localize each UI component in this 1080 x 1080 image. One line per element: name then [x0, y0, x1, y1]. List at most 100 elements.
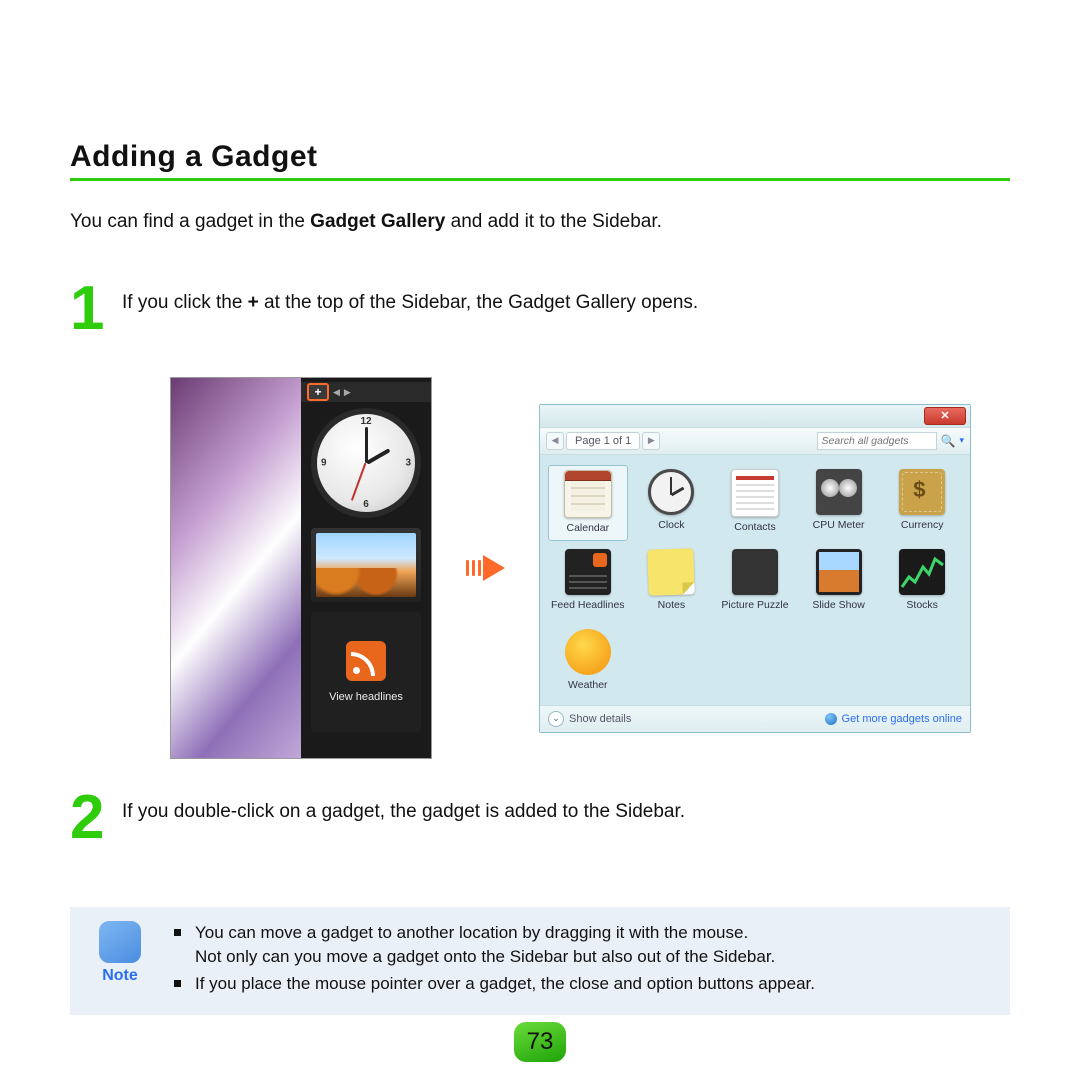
note-item-2: If you place the mouse pointer over a ga… [174, 972, 992, 997]
show-details-label: Show details [569, 713, 631, 725]
intro-suffix: and add it to the Sidebar. [445, 211, 662, 232]
step-1-text: If you click the + at the top of the Sid… [122, 284, 698, 317]
search-dropdown-icon[interactable]: ▾ [959, 435, 964, 446]
globe-icon [825, 713, 837, 725]
figure-row: + ◀ ▶ 12 3 6 9 Vie [170, 377, 1010, 759]
notes-icon [648, 548, 696, 596]
tile-label-notes: Notes [658, 599, 685, 611]
tile-label-calendar: Calendar [566, 522, 609, 534]
intro-prefix: You can find a gadget in the [70, 211, 310, 232]
bullet-icon [174, 980, 181, 987]
page-number: 73 [514, 1022, 566, 1062]
step-2-text: If you double-click on a gadget, the gad… [122, 793, 685, 826]
gallery-titlebar: ✕ [540, 405, 970, 427]
contacts-icon [731, 469, 779, 517]
pager-next-button[interactable]: ▶ [642, 432, 660, 450]
gadget-tile-cpu-meter[interactable]: CPU Meter [799, 465, 879, 541]
slideshow-image [316, 533, 416, 597]
step1-bold: + [248, 292, 259, 313]
stocks-icon [899, 549, 945, 595]
slideshow-gadget[interactable] [311, 528, 421, 602]
calendar-icon [564, 470, 612, 518]
gadget-tile-calendar[interactable]: Calendar [548, 465, 628, 541]
weather-icon [565, 629, 611, 675]
tile-label-puzzle: Picture Puzzle [721, 599, 788, 611]
gadget-tile-contacts[interactable]: Contacts [715, 465, 795, 541]
picture-puzzle-icon [732, 549, 778, 595]
step-2-number: 2 [70, 793, 118, 843]
note-item-2-text: If you place the mouse pointer over a ga… [195, 972, 815, 997]
rss-icon [346, 641, 386, 681]
step-1: 1 If you click the + at the top of the S… [70, 284, 1010, 334]
gallery-footer: ⌄ Show details Get more gadgets online [540, 705, 970, 732]
note-icon [99, 921, 141, 963]
tile-label-slideshow: Slide Show [812, 599, 865, 611]
bullet-icon [174, 929, 181, 936]
pager-prev-button[interactable]: ◀ [546, 432, 564, 450]
note-list: You can move a gadget to another locatio… [174, 921, 992, 999]
sidebar-screenshot: + ◀ ▶ 12 3 6 9 Vie [170, 377, 432, 759]
tile-label-contacts: Contacts [734, 521, 775, 533]
tile-label-currency: Currency [901, 519, 944, 531]
note-item-1: You can move a gadget to another locatio… [174, 921, 992, 970]
gadget-gallery-window: ✕ ◀ Page 1 of 1 ▶ 🔍 ▾ Cale [539, 404, 971, 733]
windows-sidebar: + ◀ ▶ 12 3 6 9 Vie [301, 378, 431, 758]
gallery-pager: ◀ Page 1 of 1 ▶ [546, 432, 660, 450]
step1-suffix: at the top of the Sidebar, the Gadget Ga… [259, 292, 698, 313]
sidebar-prev-icon[interactable]: ◀ [333, 387, 340, 398]
clock-icon [648, 469, 694, 515]
search-input[interactable] [817, 432, 937, 450]
step-1-number: 1 [70, 284, 118, 334]
note-label: Note [102, 967, 138, 985]
more-gadgets-label: Get more gadgets online [842, 713, 962, 725]
feed-gadget-label: View headlines [329, 691, 403, 703]
gallery-body: Calendar Clock Contacts CPU Meter [540, 455, 970, 705]
tile-label-stocks: Stocks [906, 599, 938, 611]
gadget-tile-currency[interactable]: Currency [882, 465, 962, 541]
note-item-1-line2: Not only can you move a gadget onto the … [195, 945, 775, 970]
clock-tick-12: 12 [360, 416, 371, 427]
feed-headlines-gadget[interactable]: View headlines [311, 612, 421, 732]
gadget-tile-weather[interactable]: Weather [548, 625, 628, 701]
page-title: Adding a Gadget [70, 140, 1010, 174]
pager-label: Page 1 of 1 [566, 432, 640, 450]
tile-label-weather: Weather [568, 679, 608, 691]
close-button[interactable]: ✕ [924, 407, 966, 425]
clock-tick-3: 3 [405, 458, 411, 469]
sidebar-next-icon[interactable]: ▶ [344, 387, 351, 398]
arrow-icon [466, 555, 505, 581]
intro-bold: Gadget Gallery [310, 211, 445, 232]
clock-tick-9: 9 [321, 458, 327, 469]
search-icon[interactable]: 🔍 [941, 434, 956, 448]
gadget-tile-clock[interactable]: Clock [632, 465, 712, 541]
step-2: 2 If you double-click on a gadget, the g… [70, 793, 1010, 843]
cpu-meter-icon [816, 469, 862, 515]
tile-label-clock: Clock [658, 519, 684, 531]
note-badge: Note [92, 921, 148, 985]
clock-minute-hand [365, 427, 368, 463]
gallery-toolbar: ◀ Page 1 of 1 ▶ 🔍 ▾ [540, 427, 970, 455]
gadget-tile-stocks[interactable]: Stocks [882, 545, 962, 621]
clock-second-hand [351, 463, 366, 501]
title-underline [70, 178, 1010, 181]
tile-label-feed: Feed Headlines [551, 599, 625, 611]
add-gadget-button[interactable]: + [307, 383, 329, 401]
currency-icon [899, 469, 945, 515]
slide-show-icon [816, 549, 862, 595]
tile-label-cpu: CPU Meter [813, 519, 865, 531]
clock-gadget[interactable]: 12 3 6 9 [311, 408, 421, 518]
gadget-tile-slide-show[interactable]: Slide Show [799, 545, 879, 621]
gallery-search: 🔍 ▾ [817, 432, 964, 450]
note-box: Note You can move a gadget to another lo… [70, 907, 1010, 1015]
note-item-1-line1: You can move a gadget to another locatio… [195, 921, 775, 946]
clock-tick-6: 6 [363, 499, 369, 510]
gadget-tile-notes[interactable]: Notes [632, 545, 712, 621]
feed-headlines-icon [565, 549, 611, 595]
clock-hour-hand [366, 448, 391, 464]
gadget-tile-picture-puzzle[interactable]: Picture Puzzle [715, 545, 795, 621]
intro-text: You can find a gadget in the Gadget Gall… [70, 209, 1010, 236]
gadget-tile-feed-headlines[interactable]: Feed Headlines [548, 545, 628, 621]
show-details-toggle[interactable]: ⌄ Show details [548, 711, 631, 727]
step1-prefix: If you click the [122, 292, 248, 313]
more-gadgets-link[interactable]: Get more gadgets online [825, 713, 962, 725]
